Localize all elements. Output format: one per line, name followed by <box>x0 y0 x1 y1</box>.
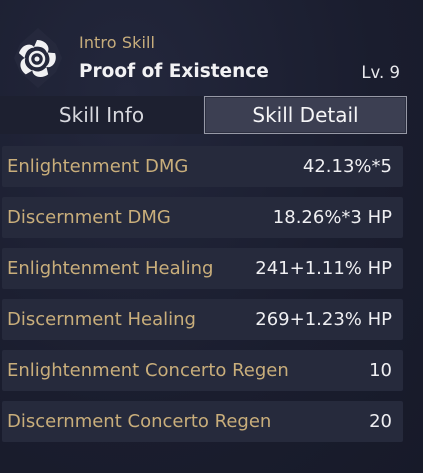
stat-label: Enlightenment Concerto Regen <box>7 360 289 381</box>
stat-row-enlightenment-healing: Enlightenment Healing 241+1.11% HP <box>2 248 403 289</box>
stat-value: 18.26%*3 HP <box>272 207 392 228</box>
skill-level: Lv. 9 <box>361 63 400 82</box>
stat-value: 10 <box>369 360 392 381</box>
skill-name: Proof of Existence <box>79 61 269 82</box>
stat-label: Discernment Healing <box>7 309 196 330</box>
stat-row-discernment-healing: Discernment Healing 269+1.23% HP <box>2 299 403 340</box>
stat-row-discernment-concerto-regen: Discernment Concerto Regen 20 <box>2 401 403 442</box>
stat-row-discernment-dmg: Discernment DMG 18.26%*3 HP <box>2 197 403 238</box>
stat-label: Enlightenment Healing <box>7 258 214 279</box>
stat-label: Discernment DMG <box>7 207 171 228</box>
swirl-skill-emblem-icon <box>14 28 62 88</box>
tab-skill-info[interactable]: Skill Info <box>0 96 203 134</box>
stat-value: 42.13%*5 <box>302 156 392 177</box>
stat-label: Enlightenment DMG <box>7 156 189 177</box>
stat-value: 241+1.11% HP <box>255 258 392 279</box>
skill-tabs: Skill Info Skill Detail <box>0 96 409 134</box>
stat-value: 269+1.23% HP <box>255 309 392 330</box>
stat-row-enlightenment-dmg: Enlightenment DMG 42.13%*5 <box>2 146 403 187</box>
tab-skill-detail[interactable]: Skill Detail <box>204 96 407 134</box>
stat-label: Discernment Concerto Regen <box>7 411 272 432</box>
stat-value: 20 <box>369 411 392 432</box>
skill-type-label: Intro Skill <box>79 33 156 52</box>
skill-header: Intro Skill Proof of Existence Lv. 9 <box>0 0 423 96</box>
stat-row-enlightenment-concerto-regen: Enlightenment Concerto Regen 10 <box>2 350 403 391</box>
